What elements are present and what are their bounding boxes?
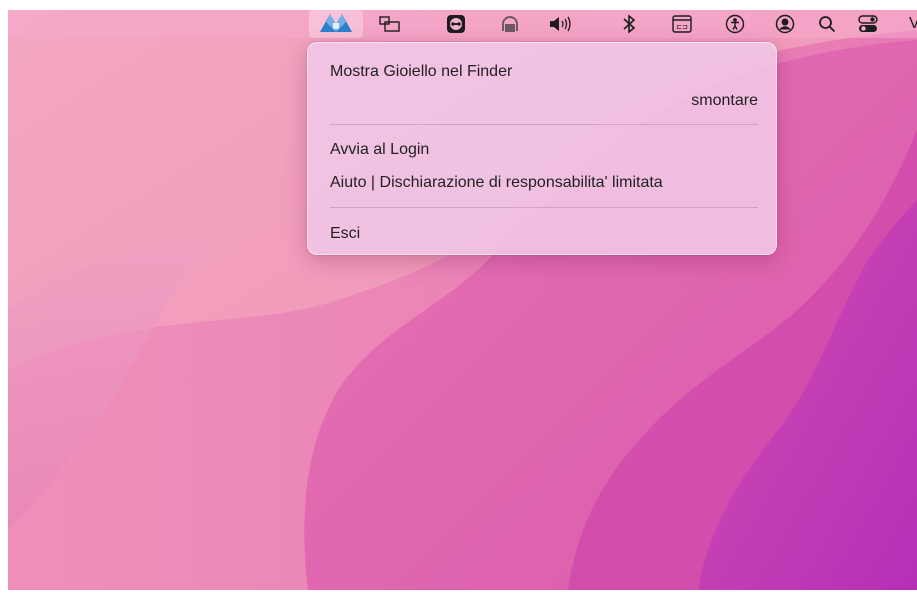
menu-item-help-disclaimer[interactable]: Aiuto | Dischiarazione di responsabilita… xyxy=(330,170,758,196)
app-dropdown-menu: Mostra Gioiello nel Finder smontare Avvi… xyxy=(307,42,777,255)
menu-separator xyxy=(330,207,758,208)
svg-text:⊏⊐: ⊏⊐ xyxy=(676,23,688,31)
teamviewer-item[interactable] xyxy=(441,10,471,38)
headphones-item[interactable] xyxy=(495,10,525,38)
app-logo-icon xyxy=(319,12,353,37)
search-item[interactable] xyxy=(812,10,842,38)
search-icon xyxy=(818,15,836,33)
menu-item-unmount[interactable]: smontare xyxy=(330,88,758,114)
volume-item[interactable] xyxy=(546,10,576,38)
menu-bar-overflow-label: V xyxy=(909,15,917,32)
user-account-icon xyxy=(775,14,795,34)
accessibility-icon xyxy=(725,14,745,34)
menu-item-quit[interactable]: Esci xyxy=(330,221,758,247)
keyboard-input-icon: ⊏⊐ xyxy=(672,15,692,33)
keyboard-input-item[interactable]: ⊏⊐ xyxy=(667,10,697,38)
menu-item-launch-at-login[interactable]: Avvia al Login xyxy=(330,137,758,163)
menu-item-show-in-finder[interactable]: Mostra Gioiello nel Finder xyxy=(330,59,758,85)
menu-separator xyxy=(330,124,758,125)
desktop: ⊏⊐ V Mostra Gioiello nel Finder smontare… xyxy=(8,10,917,590)
headphones-icon xyxy=(500,14,520,34)
control-center-item[interactable] xyxy=(853,10,883,38)
bluetooth-icon xyxy=(622,14,636,34)
volume-icon xyxy=(549,16,573,32)
control-center-icon xyxy=(858,15,878,33)
menu-bar: ⊏⊐ V xyxy=(8,10,917,38)
window-switcher-item[interactable] xyxy=(375,10,405,38)
bluetooth-item[interactable] xyxy=(614,10,644,38)
user-account-item[interactable] xyxy=(770,10,800,38)
window-switcher-icon xyxy=(379,16,401,32)
accessibility-item[interactable] xyxy=(720,10,750,38)
teamviewer-icon xyxy=(446,14,466,34)
app-status-item[interactable] xyxy=(309,10,363,38)
